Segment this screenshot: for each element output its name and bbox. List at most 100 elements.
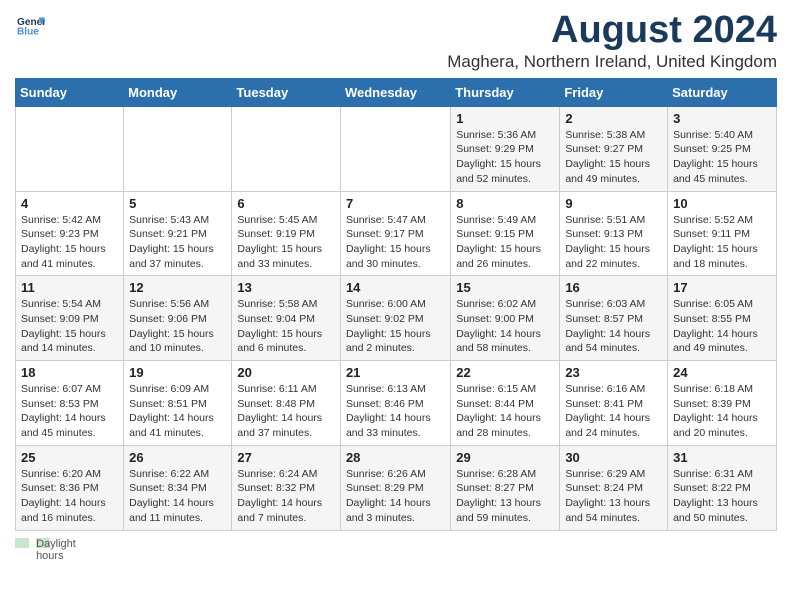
day-info: Sunrise: 6:28 AMSunset: 8:27 PMDaylight:… xyxy=(456,467,554,526)
calendar-cell xyxy=(124,106,232,191)
header: General Blue August 2024 Maghera, Northe… xyxy=(15,10,777,72)
calendar-cell: 30 Sunrise: 6:29 AMSunset: 8:24 PMDayligh… xyxy=(560,445,668,530)
day-info: Sunrise: 5:56 AMSunset: 9:06 PMDaylight:… xyxy=(129,297,226,356)
day-info: Sunrise: 5:43 AMSunset: 9:21 PMDaylight:… xyxy=(129,213,226,272)
calendar-cell: 12 Sunrise: 5:56 AMSunset: 9:06 PMDayligh… xyxy=(124,276,232,361)
calendar-cell: 7 Sunrise: 5:47 AMSunset: 9:17 PMDaylight… xyxy=(340,191,450,276)
day-number: 21 xyxy=(346,365,445,380)
day-number: 4 xyxy=(21,196,118,211)
day-header-wednesday: Wednesday xyxy=(340,78,450,106)
day-info: Sunrise: 5:40 AMSunset: 9:25 PMDaylight:… xyxy=(673,128,771,187)
calendar-cell: 10 Sunrise: 5:52 AMSunset: 9:11 PMDayligh… xyxy=(668,191,777,276)
day-number: 14 xyxy=(346,280,445,295)
day-info: Sunrise: 5:49 AMSunset: 9:15 PMDaylight:… xyxy=(456,213,554,272)
day-info: Sunrise: 6:29 AMSunset: 8:24 PMDaylight:… xyxy=(565,467,662,526)
calendar-cell: 13Sunrise: 5:58 AMSunset: 9:04 PMDayligh… xyxy=(232,276,341,361)
day-number: 26 xyxy=(129,450,226,465)
day-info: Sunrise: 5:52 AMSunset: 9:11 PMDaylight:… xyxy=(673,213,771,272)
calendar-cell: 19 Sunrise: 6:09 AMSunset: 8:51 PMDayligh… xyxy=(124,361,232,446)
day-info: Sunrise: 5:42 AMSunset: 9:23 PMDaylight:… xyxy=(21,213,118,272)
calendar-cell: 8 Sunrise: 5:49 AMSunset: 9:15 PMDaylight… xyxy=(451,191,560,276)
calendar-cell: 28 Sunrise: 6:26 AMSunset: 8:29 PMDayligh… xyxy=(340,445,450,530)
daylight-label: Daylight hours xyxy=(36,538,50,548)
day-info: Sunrise: 6:15 AMSunset: 8:44 PMDaylight:… xyxy=(456,382,554,441)
day-number: 1 xyxy=(456,111,554,126)
day-info: Sunrise: 5:47 AMSunset: 9:17 PMDaylight:… xyxy=(346,213,445,272)
day-header-saturday: Saturday xyxy=(668,78,777,106)
calendar-cell: 1 Sunrise: 5:36 AMSunset: 9:29 PMDaylight… xyxy=(451,106,560,191)
day-info: Sunrise: 5:36 AMSunset: 9:29 PMDaylight:… xyxy=(456,128,554,187)
day-number: 23 xyxy=(565,365,662,380)
title-area: August 2024 Maghera, Northern Ireland, U… xyxy=(447,10,777,72)
daylight-swatch xyxy=(15,538,29,548)
day-number: 20 xyxy=(237,365,335,380)
day-number: 18 xyxy=(21,365,118,380)
day-info: Sunrise: 6:22 AMSunset: 8:34 PMDaylight:… xyxy=(129,467,226,526)
day-number: 12 xyxy=(129,280,226,295)
day-info: Sunrise: 5:38 AMSunset: 9:27 PMDaylight:… xyxy=(565,128,662,187)
day-number: 8 xyxy=(456,196,554,211)
day-header-tuesday: Tuesday xyxy=(232,78,341,106)
day-number: 6 xyxy=(237,196,335,211)
calendar-cell xyxy=(232,106,341,191)
calendar-cell: 29Sunrise: 6:28 AMSunset: 8:27 PMDayligh… xyxy=(451,445,560,530)
day-header-thursday: Thursday xyxy=(451,78,560,106)
logo-icon: General Blue xyxy=(17,14,45,38)
footer-note: Daylight hours xyxy=(15,537,777,549)
day-number: 11 xyxy=(21,280,118,295)
calendar-cell: 11 Sunrise: 5:54 AMSunset: 9:09 PMDayligh… xyxy=(16,276,124,361)
calendar-cell: 25Sunrise: 6:20 AMSunset: 8:36 PMDayligh… xyxy=(16,445,124,530)
day-header-friday: Friday xyxy=(560,78,668,106)
day-header-sunday: Sunday xyxy=(16,78,124,106)
calendar-cell: 6Sunrise: 5:45 AMSunset: 9:19 PMDaylight… xyxy=(232,191,341,276)
calendar-cell: 22 Sunrise: 6:15 AMSunset: 8:44 PMDayligh… xyxy=(451,361,560,446)
day-number: 19 xyxy=(129,365,226,380)
day-number: 5 xyxy=(129,196,226,211)
day-number: 24 xyxy=(673,365,771,380)
day-info: Sunrise: 6:11 AMSunset: 8:48 PMDaylight:… xyxy=(237,382,335,441)
day-info: Sunrise: 6:07 AMSunset: 8:53 PMDaylight:… xyxy=(21,382,118,441)
calendar-cell: 15Sunrise: 6:02 AMSunset: 9:00 PMDayligh… xyxy=(451,276,560,361)
calendar-table: SundayMondayTuesdayWednesdayThursdayFrid… xyxy=(15,78,777,531)
day-info: Sunrise: 5:58 AMSunset: 9:04 PMDaylight:… xyxy=(237,297,335,356)
day-info: Sunrise: 6:00 AMSunset: 9:02 PMDaylight:… xyxy=(346,297,445,356)
day-info: Sunrise: 5:51 AMSunset: 9:13 PMDaylight:… xyxy=(565,213,662,272)
calendar-cell: 18 Sunrise: 6:07 AMSunset: 8:53 PMDayligh… xyxy=(16,361,124,446)
day-number: 22 xyxy=(456,365,554,380)
day-number: 10 xyxy=(673,196,771,211)
day-header-monday: Monday xyxy=(124,78,232,106)
day-info: Sunrise: 6:09 AMSunset: 8:51 PMDaylight:… xyxy=(129,382,226,441)
day-info: Sunrise: 6:05 AMSunset: 8:55 PMDaylight:… xyxy=(673,297,771,356)
day-info: Sunrise: 6:13 AMSunset: 8:46 PMDaylight:… xyxy=(346,382,445,441)
day-info: Sunrise: 5:54 AMSunset: 9:09 PMDaylight:… xyxy=(21,297,118,356)
day-number: 7 xyxy=(346,196,445,211)
day-info: Sunrise: 6:31 AMSunset: 8:22 PMDaylight:… xyxy=(673,467,771,526)
day-info: Sunrise: 6:20 AMSunset: 8:36 PMDaylight:… xyxy=(21,467,118,526)
day-number: 17 xyxy=(673,280,771,295)
day-number: 28 xyxy=(346,450,445,465)
calendar-cell: 31 Sunrise: 6:31 AMSunset: 8:22 PMDayligh… xyxy=(668,445,777,530)
calendar-cell: 20 Sunrise: 6:11 AMSunset: 8:48 PMDayligh… xyxy=(232,361,341,446)
day-info: Sunrise: 6:26 AMSunset: 8:29 PMDaylight:… xyxy=(346,467,445,526)
calendar-cell: 14 Sunrise: 6:00 AMSunset: 9:02 PMDayligh… xyxy=(340,276,450,361)
calendar-cell: 17 Sunrise: 6:05 AMSunset: 8:55 PMDayligh… xyxy=(668,276,777,361)
day-number: 16 xyxy=(565,280,662,295)
day-number: 27 xyxy=(237,450,335,465)
calendar-cell: 5 Sunrise: 5:43 AMSunset: 9:21 PMDaylight… xyxy=(124,191,232,276)
day-info: Sunrise: 6:24 AMSunset: 8:32 PMDaylight:… xyxy=(237,467,335,526)
day-info: Sunrise: 6:16 AMSunset: 8:41 PMDaylight:… xyxy=(565,382,662,441)
calendar-cell: 3Sunrise: 5:40 AMSunset: 9:25 PMDaylight… xyxy=(668,106,777,191)
day-info: Sunrise: 6:18 AMSunset: 8:39 PMDaylight:… xyxy=(673,382,771,441)
logo: General Blue xyxy=(15,10,45,43)
day-number: 15 xyxy=(456,280,554,295)
day-info: Sunrise: 6:03 AMSunset: 8:57 PMDaylight:… xyxy=(565,297,662,356)
calendar-cell: 27 Sunrise: 6:24 AMSunset: 8:32 PMDayligh… xyxy=(232,445,341,530)
day-number: 30 xyxy=(565,450,662,465)
svg-text:Blue: Blue xyxy=(17,27,39,38)
calendar-cell: 26 Sunrise: 6:22 AMSunset: 8:34 PMDayligh… xyxy=(124,445,232,530)
calendar-cell: 24 Sunrise: 6:18 AMSunset: 8:39 PMDayligh… xyxy=(668,361,777,446)
calendar-cell: 21 Sunrise: 6:13 AMSunset: 8:46 PMDayligh… xyxy=(340,361,450,446)
calendar-cell xyxy=(16,106,124,191)
day-number: 31 xyxy=(673,450,771,465)
calendar-cell: 16 Sunrise: 6:03 AMSunset: 8:57 PMDayligh… xyxy=(560,276,668,361)
